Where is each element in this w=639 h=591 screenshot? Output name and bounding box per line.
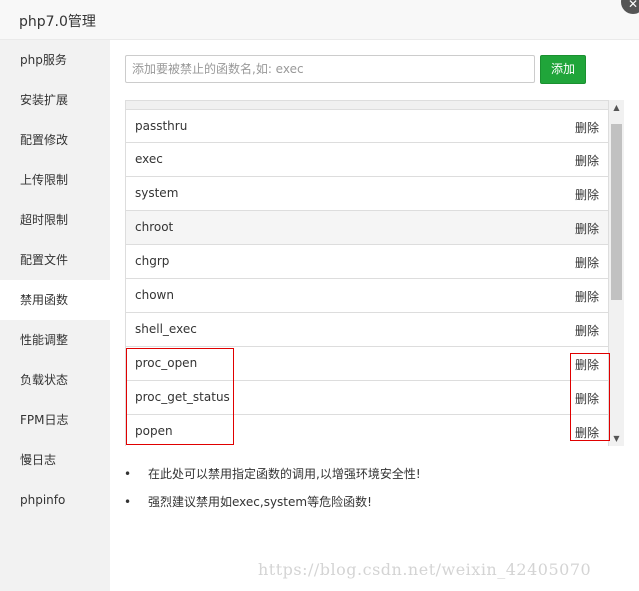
sidebar-item-upload-limit[interactable]: 上传限制 [0,160,110,200]
sidebar-item-timeout-limit[interactable]: 超时限制 [0,200,110,240]
help-note: 强烈建议禁用如exec,system等危险函数! [124,493,421,521]
table-header [125,100,609,109]
delete-link[interactable]: 删除 [575,390,599,407]
delete-link[interactable]: 删除 [575,356,599,373]
close-icon[interactable]: ✕ [621,0,639,14]
table-row: shell_exec 删除 [125,313,609,347]
function-name: proc_get_status [135,390,230,404]
function-name: chown [135,288,174,302]
function-name: shell_exec [135,322,197,336]
disabled-functions-list: passthru 删除 exec 删除 system 删除 chroot 删除 … [125,100,624,446]
sidebar-item-disabled-functions[interactable]: 禁用函数 [0,280,110,320]
sidebar-item-fpm-log[interactable]: FPM日志 [0,400,110,440]
scrollbar-thumb[interactable] [611,124,622,300]
delete-link[interactable]: 删除 [575,288,599,305]
table-row: system 删除 [125,177,609,211]
table-row: proc_open 删除 [125,347,609,381]
sidebar-item-slow-log[interactable]: 慢日志 [0,440,110,480]
help-notes: 在此处可以禁用指定函数的调用,以增强环境安全性! 强烈建议禁用如exec,sys… [124,465,421,521]
delete-link[interactable]: 删除 [575,254,599,271]
function-name: chroot [135,220,174,234]
table-row: chroot 删除 [125,211,609,245]
sidebar-item-config-edit[interactable]: 配置修改 [0,120,110,160]
sidebar-item-phpinfo[interactable]: phpinfo [0,480,110,520]
delete-link[interactable]: 删除 [575,220,599,237]
function-name: popen [135,424,173,438]
delete-link[interactable]: 删除 [575,152,599,169]
delete-link[interactable]: 删除 [575,119,599,136]
delete-link[interactable]: 删除 [575,322,599,339]
watermark: https://blog.csdn.net/weixin_42405070 [258,560,592,579]
sidebar-item-performance-tuning[interactable]: 性能调整 [0,320,110,360]
scroll-down-icon[interactable]: ▼ [609,431,624,446]
sidebar-item-php-service[interactable]: php服务 [0,40,110,80]
function-name: exec [135,152,163,166]
add-button[interactable]: 添加 [540,55,586,84]
table-row: exec 删除 [125,143,609,177]
help-note: 在此处可以禁用指定函数的调用,以增强环境安全性! [124,465,421,493]
table-body: passthru 删除 exec 删除 system 删除 chroot 删除 … [125,109,609,446]
delete-link[interactable]: 删除 [575,186,599,203]
function-name: chgrp [135,254,170,268]
delete-link[interactable]: 删除 [575,424,599,441]
scroll-up-icon[interactable]: ▲ [609,100,624,115]
sidebar: php服务 安装扩展 配置修改 上传限制 超时限制 配置文件 禁用函数 性能调整… [0,40,110,591]
sidebar-item-config-file[interactable]: 配置文件 [0,240,110,280]
window-titlebar: php7.0管理 ✕ [0,0,639,40]
list-scrollbar[interactable]: ▲ ▼ [609,100,624,446]
table-row: popen 删除 [125,415,609,446]
sidebar-item-install-extension[interactable]: 安装扩展 [0,80,110,120]
table-row: proc_get_status 删除 [125,381,609,415]
function-name: system [135,186,179,200]
function-name: passthru [135,119,188,133]
function-name: proc_open [135,356,198,370]
table-row: passthru 删除 [125,109,609,143]
window-title: php7.0管理 [19,14,96,30]
table-row: chown 删除 [125,279,609,313]
table-row: chgrp 删除 [125,245,609,279]
main-panel: 添加 passthru 删除 exec 删除 system 删除 chroot … [110,40,639,591]
sidebar-item-load-status[interactable]: 负载状态 [0,360,110,400]
function-name-input[interactable] [125,55,535,83]
